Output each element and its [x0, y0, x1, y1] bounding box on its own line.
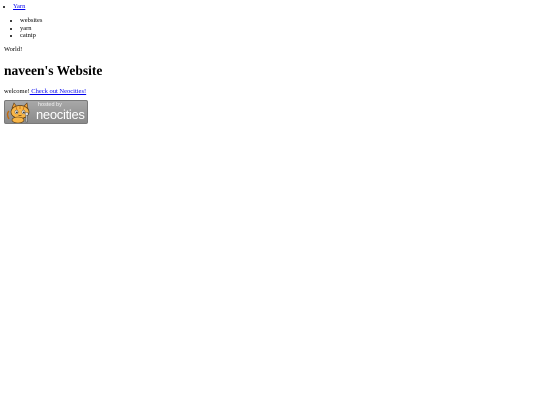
hosted-by-neocities-badge[interactable]: hosted by neocities [4, 99, 88, 124]
nav-item-yarn: Yarn [13, 3, 536, 11]
welcome-text: welcome! [4, 87, 30, 95]
greeting-text: World! [4, 45, 23, 53]
top-nav: Yarn [13, 3, 536, 11]
tag-item-websites: websites [20, 17, 536, 25]
tag-item-catnip: catnip [20, 32, 536, 40]
tag-list: websites yarn catnip [20, 17, 536, 40]
badge-brand-label: neocities [36, 106, 85, 122]
page: Yarn websites yarn catnip World! naveen'… [0, 0, 540, 405]
tag-item-yarn: yarn [20, 25, 536, 33]
neocities-link[interactable]: Check out Neocities! [30, 88, 86, 95]
nav-link-yarn[interactable]: Yarn [13, 3, 25, 10]
welcome-line: welcome! Check out Neocities! [4, 88, 536, 96]
page-title: naveen's Website [4, 62, 103, 78]
neocities-cat-icon [6, 101, 30, 123]
